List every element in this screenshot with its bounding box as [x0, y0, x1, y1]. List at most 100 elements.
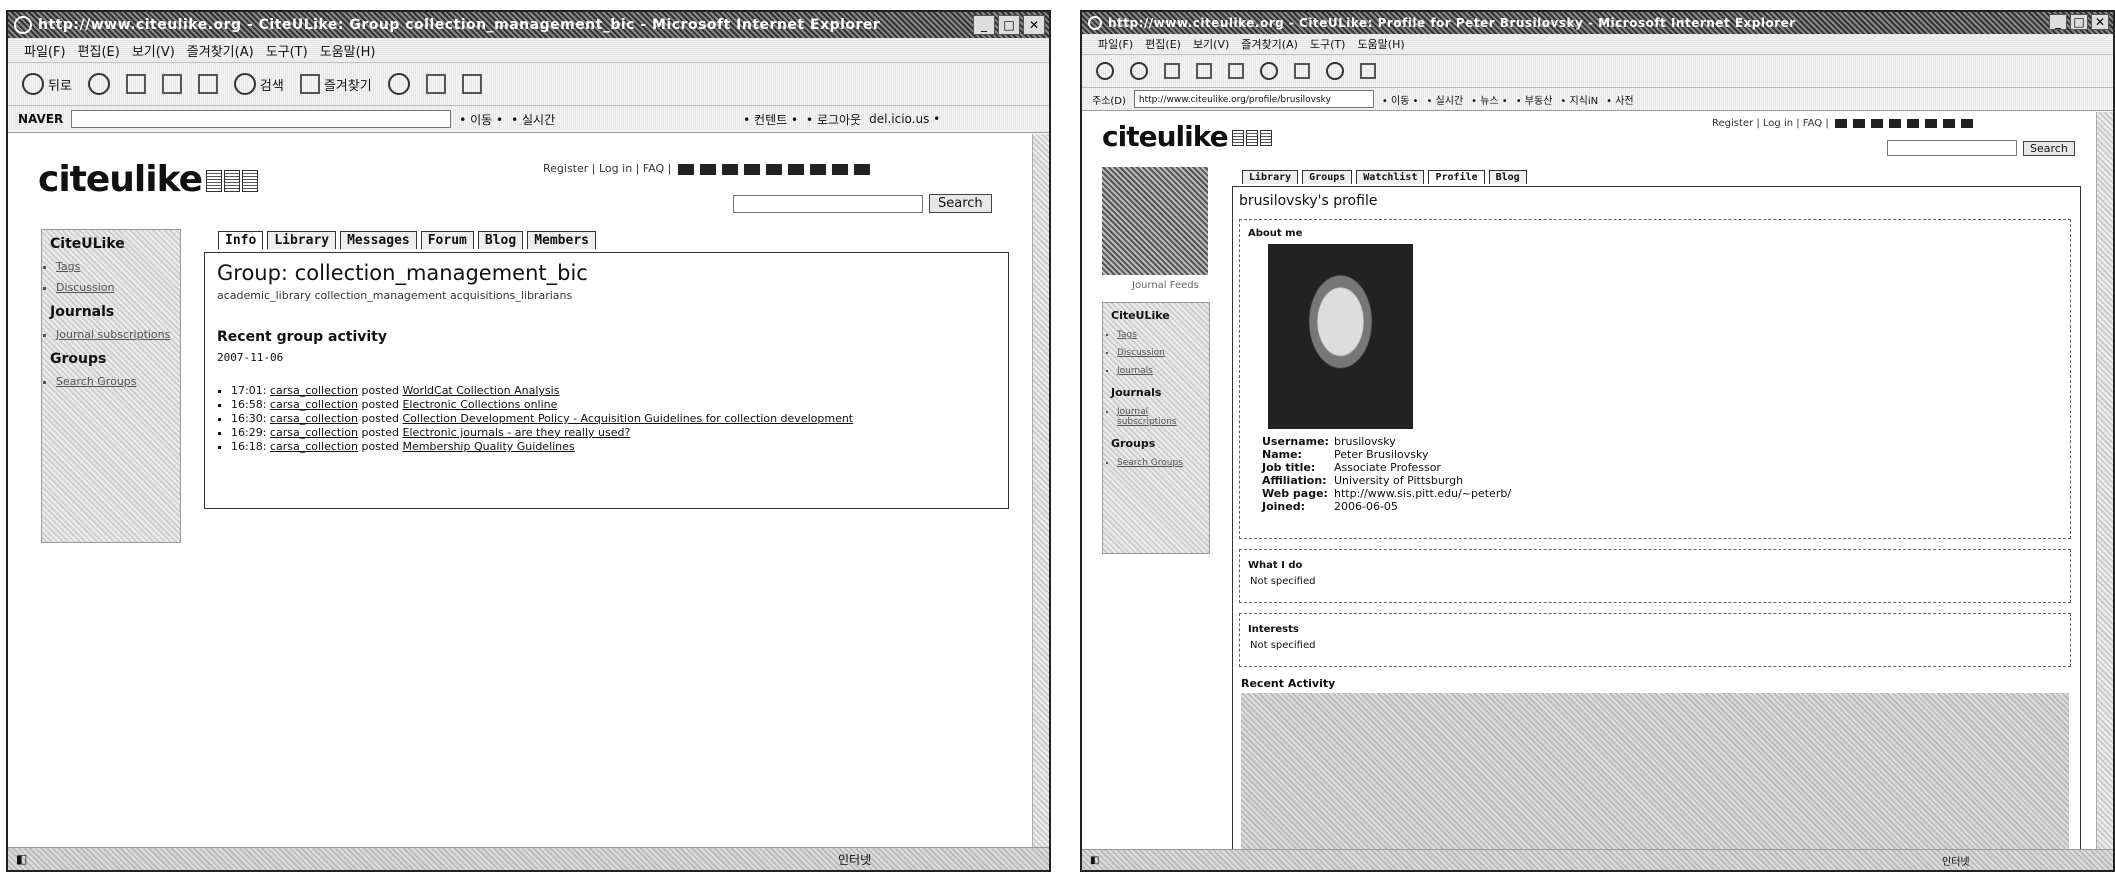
flag-icon[interactable] [1870, 118, 1883, 128]
sidebar-item-journal-subscriptions[interactable]: Journal subscriptions [1117, 407, 1209, 427]
sidebar-item-journals[interactable]: Journals [1117, 366, 1209, 376]
back-button[interactable]: 뒤로 [18, 70, 76, 98]
flag-icon[interactable] [1924, 118, 1937, 128]
menu-file[interactable]: 파일(F) [24, 41, 66, 60]
tab-blog[interactable]: Blog [477, 231, 524, 249]
sidebar-item-journal-subscriptions[interactable]: Journal subscriptions [56, 328, 180, 341]
mail-button[interactable] [422, 70, 450, 98]
history-button[interactable] [1322, 57, 1348, 85]
address-link-go[interactable]: • 이동 • [1382, 92, 1419, 107]
flag-icon[interactable] [1888, 118, 1901, 128]
flag-icon[interactable] [831, 163, 848, 175]
maximize-button[interactable]: □ [2070, 14, 2088, 30]
user-link[interactable]: carsa_collection [270, 440, 358, 453]
search-button[interactable]: Search [929, 194, 992, 213]
favorites-button[interactable]: 즐겨찾기 [296, 70, 376, 98]
flag-icon[interactable] [809, 163, 826, 175]
user-link[interactable]: carsa_collection [270, 384, 358, 397]
user-link[interactable]: carsa_collection [270, 426, 358, 439]
flag-icon[interactable] [765, 163, 782, 175]
print-button[interactable] [458, 70, 486, 98]
vertical-scrollbar[interactable] [1032, 134, 1049, 848]
flag-icon[interactable] [677, 163, 694, 175]
site-search-input[interactable] [733, 194, 923, 213]
forward-button[interactable] [1126, 57, 1152, 85]
article-link[interactable]: Electronic journals - are they really us… [402, 426, 630, 439]
flag-icon[interactable] [1960, 118, 1973, 128]
flag-icon[interactable] [1834, 118, 1847, 128]
tab-members[interactable]: Members [527, 231, 596, 249]
minimize-button[interactable]: _ [2049, 14, 2067, 30]
flag-icon[interactable] [1906, 118, 1919, 128]
address-link-dictionary[interactable]: • 사전 [1606, 92, 1633, 107]
search-button[interactable]: 검색 [230, 70, 288, 98]
favorites-button[interactable] [1290, 57, 1314, 85]
sidebar-item-tags[interactable]: Tags [56, 260, 180, 273]
refresh-button[interactable] [158, 70, 186, 98]
tab-messages[interactable]: Messages [340, 231, 417, 249]
tab-library[interactable]: Library [267, 231, 337, 249]
menu-help[interactable]: 도움말(H) [320, 41, 376, 60]
home-button[interactable] [1224, 57, 1248, 85]
tab-info[interactable]: Info [218, 231, 264, 249]
naver-search-input[interactable] [71, 110, 452, 128]
web-page-link[interactable]: http://www.sis.pitt.edu/~peterb/ [1334, 487, 1511, 500]
article-link[interactable]: Electronic Collections online [402, 398, 557, 411]
sidebar-item-tags[interactable]: Tags [1117, 330, 1209, 340]
tab-library[interactable]: Library [1242, 170, 1299, 184]
journal-feeds-image[interactable] [1102, 167, 1208, 275]
tab-groups[interactable]: Groups [1302, 170, 1353, 184]
citeulike-logo[interactable]: citeulike [38, 159, 259, 200]
menu-help[interactable]: 도움말(H) [1357, 36, 1404, 52]
menu-favorites[interactable]: 즐겨찾기(A) [187, 41, 254, 60]
site-search-input[interactable] [1887, 140, 2017, 156]
menu-file[interactable]: 파일(F) [1098, 36, 1133, 52]
maximize-button[interactable]: □ [998, 15, 1020, 35]
print-button[interactable] [1356, 57, 1380, 85]
menu-view[interactable]: 보기(V) [132, 41, 175, 60]
menu-view[interactable]: 보기(V) [1193, 36, 1229, 52]
history-button[interactable] [384, 70, 414, 98]
close-button[interactable]: ✕ [1023, 15, 1045, 35]
address-link-realtime[interactable]: • 실시간 [1426, 92, 1463, 107]
menu-edit[interactable]: 편집(E) [1145, 36, 1181, 52]
article-link[interactable]: Collection Development Policy - Acquisit… [402, 412, 853, 425]
search-button[interactable]: Search [2023, 140, 2075, 156]
tab-blog[interactable]: Blog [1488, 170, 1527, 184]
delicious-button[interactable]: del.icio.us • [869, 112, 940, 126]
menu-edit[interactable]: 편집(E) [78, 41, 120, 60]
sidebar-item-discussion[interactable]: Discussion [1117, 348, 1209, 358]
stop-button[interactable] [1160, 57, 1184, 85]
naver-link-content[interactable]: • 컨텐트 • [743, 111, 798, 128]
flag-icon[interactable] [1942, 118, 1955, 128]
naver-link-go[interactable]: • 이동 • [459, 111, 503, 128]
refresh-button[interactable] [1192, 57, 1216, 85]
auth-links[interactable]: Register | Log in | FAQ | [543, 162, 671, 175]
stop-button[interactable] [122, 70, 150, 98]
back-button[interactable] [1092, 57, 1118, 85]
naver-link-realtime[interactable]: • 실시간 [511, 111, 555, 128]
home-button[interactable] [194, 70, 222, 98]
naver-link-logout[interactable]: • 로그아웃 [806, 111, 861, 128]
flag-icon[interactable] [743, 163, 760, 175]
auth-links[interactable]: Register | Log in | FAQ | [1712, 118, 1829, 129]
tab-profile[interactable]: Profile [1428, 170, 1485, 184]
user-link[interactable]: carsa_collection [270, 398, 358, 411]
flag-icon[interactable] [699, 163, 716, 175]
article-link[interactable]: Membership Quality Guidelines [402, 440, 574, 453]
search-button[interactable] [1256, 57, 1282, 85]
flag-icon[interactable] [853, 163, 870, 175]
address-link-news[interactable]: • 뉴스 • [1471, 92, 1508, 107]
minimize-button[interactable]: _ [973, 15, 995, 35]
vertical-scrollbar[interactable] [2096, 112, 2113, 850]
close-button[interactable]: ✕ [2091, 14, 2109, 30]
sidebar-item-search-groups[interactable]: Search Groups [56, 375, 180, 388]
sidebar-item-discussion[interactable]: Discussion [56, 281, 180, 294]
flag-icon[interactable] [1852, 118, 1865, 128]
menu-tools[interactable]: 도구(T) [1310, 36, 1346, 52]
menu-favorites[interactable]: 즐겨찾기(A) [1241, 36, 1298, 52]
user-link[interactable]: carsa_collection [270, 412, 358, 425]
tab-forum[interactable]: Forum [420, 231, 474, 249]
address-link-realestate[interactable]: • 부동산 [1516, 92, 1553, 107]
sidebar-item-search-groups[interactable]: Search Groups [1117, 458, 1209, 468]
